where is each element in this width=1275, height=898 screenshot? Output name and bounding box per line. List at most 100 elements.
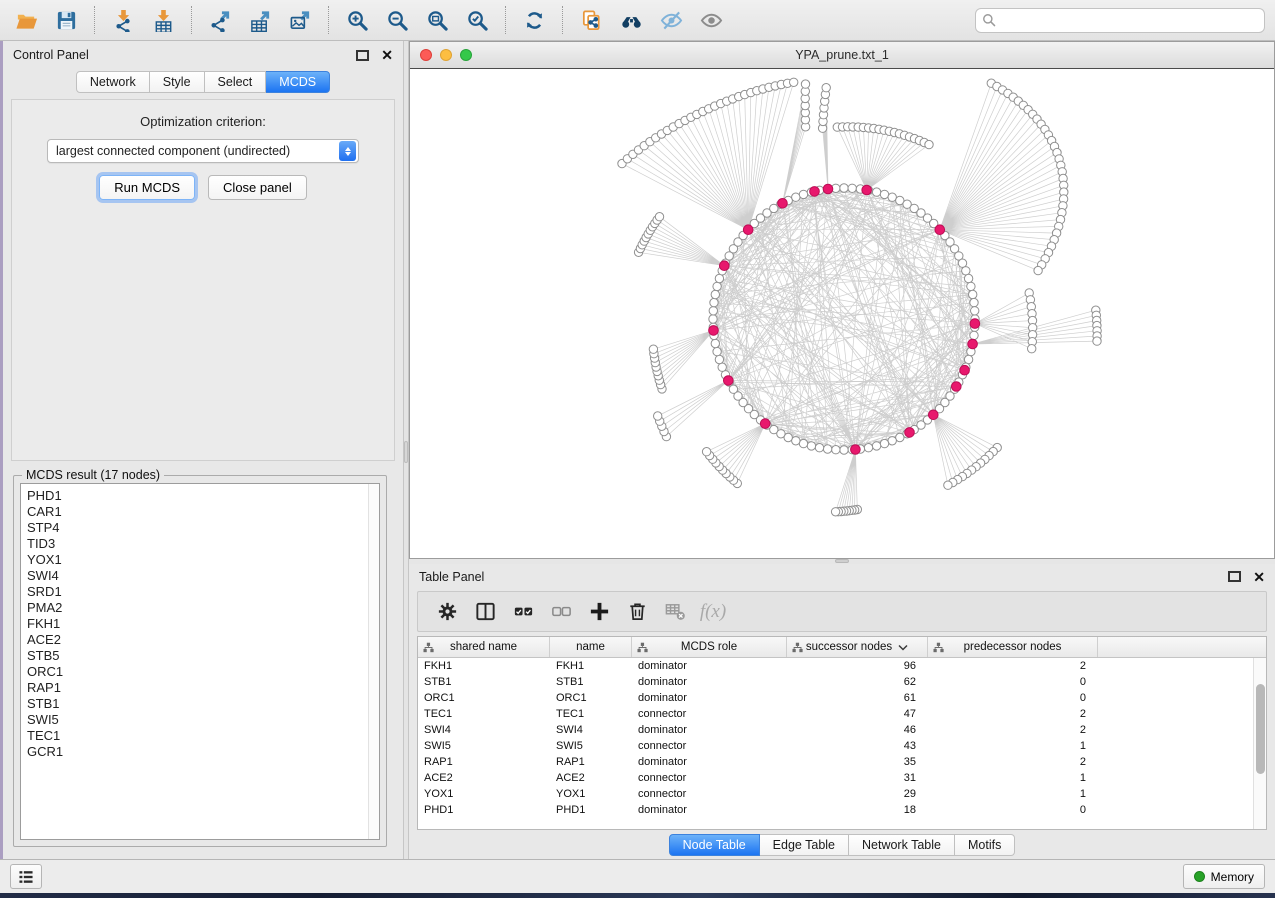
tab-style[interactable]: Style — [150, 71, 205, 93]
mcds-result-item[interactable]: YOX1 — [27, 552, 368, 568]
optimization-criterion-select[interactable]: largest connected component (undirected) — [47, 139, 359, 163]
tab-mcds[interactable]: MCDS — [266, 71, 330, 93]
table-cell: ORC1 — [550, 692, 632, 704]
column-header-predecessor-nodes[interactable]: predecessor nodes — [928, 637, 1098, 657]
hide-panels-button[interactable] — [653, 3, 689, 37]
float-table-panel-icon[interactable] — [1228, 571, 1241, 582]
column-header-successor-nodes[interactable]: successor nodes — [787, 637, 928, 657]
tab-select[interactable]: Select — [205, 71, 267, 93]
export-table-button[interactable] — [242, 3, 278, 37]
table-row[interactable]: PHD1PHD1dominator180 — [418, 802, 1253, 818]
run-mcds-button[interactable]: Run MCDS — [99, 175, 195, 200]
mcds-result-item[interactable]: GCR1 — [27, 744, 368, 760]
tab-edge-table[interactable]: Edge Table — [760, 834, 849, 856]
add-column-button[interactable] — [582, 596, 616, 628]
tab-network-table[interactable]: Network Table — [849, 834, 955, 856]
network-canvas[interactable] — [410, 69, 1274, 558]
table-cell: 43 — [787, 740, 928, 752]
search-input[interactable] — [975, 8, 1265, 33]
table-cell: 96 — [787, 660, 928, 672]
table-cell: 35 — [787, 756, 928, 768]
refresh-button[interactable] — [516, 3, 552, 37]
open-file-button[interactable] — [8, 3, 44, 37]
save-session-button[interactable] — [48, 3, 84, 37]
table-row[interactable]: SWI4SWI4dominator462 — [418, 722, 1253, 738]
zoom-out-button[interactable] — [379, 3, 415, 37]
table-row[interactable]: SWI5SWI5connector431 — [418, 738, 1253, 754]
mcds-result-item[interactable]: FKH1 — [27, 616, 368, 632]
table-row[interactable]: ACE2ACE2connector311 — [418, 770, 1253, 786]
table-row[interactable]: ORC1ORC1dominator610 — [418, 690, 1253, 706]
table-row[interactable]: YOX1YOX1connector291 — [418, 786, 1253, 802]
table-cell: connector — [632, 708, 787, 720]
mcds-result-item[interactable]: RAP1 — [27, 680, 368, 696]
memory-button[interactable]: Memory — [1183, 864, 1265, 889]
split-columns-button[interactable] — [468, 596, 502, 628]
float-panel-icon[interactable] — [356, 50, 369, 61]
zoom-selected-button[interactable] — [459, 3, 495, 37]
horizontal-splitter-grip[interactable] — [835, 559, 849, 563]
table-row[interactable]: RAP1RAP1dominator352 — [418, 754, 1253, 770]
save-session-icon — [55, 9, 78, 32]
mcds-result-item[interactable]: SWI4 — [27, 568, 368, 584]
table-cell: YOX1 — [550, 788, 632, 800]
horizontal-splitter[interactable] — [409, 559, 1275, 564]
select-all-columns-button[interactable] — [506, 596, 540, 628]
zoom-fit-button[interactable] — [419, 3, 455, 37]
vertical-splitter[interactable] — [403, 41, 409, 859]
table-cell: RAP1 — [550, 756, 632, 768]
mcds-result-group: MCDS result (17 nodes) PHD1CAR1STP4TID3Y… — [13, 475, 387, 847]
table-cell: 62 — [787, 676, 928, 688]
zoom-in-button[interactable] — [339, 3, 375, 37]
mcds-result-item[interactable]: ORC1 — [27, 664, 368, 680]
import-table-button[interactable] — [145, 3, 181, 37]
first-neighbors-button[interactable] — [613, 3, 649, 37]
mcds-list-scrollbar[interactable] — [368, 484, 379, 839]
export-image-button[interactable] — [282, 3, 318, 37]
tree-icon — [933, 642, 944, 653]
network-graph[interactable] — [410, 69, 1274, 557]
tab-motifs[interactable]: Motifs — [955, 834, 1015, 856]
export-network-button[interactable] — [202, 3, 238, 37]
table-row[interactable]: TEC1TEC1connector472 — [418, 706, 1253, 722]
mcds-result-item[interactable]: TID3 — [27, 536, 368, 552]
column-header-MCDS-role[interactable]: MCDS role — [632, 637, 787, 657]
table-scrollbar-thumb[interactable] — [1256, 684, 1265, 774]
table-row[interactable]: FKH1FKH1dominator962 — [418, 658, 1253, 674]
zoom-out-icon — [386, 9, 409, 32]
mcds-result-item[interactable]: STP4 — [27, 520, 368, 536]
mcds-result-item[interactable]: SWI5 — [27, 712, 368, 728]
mcds-result-list[interactable]: PHD1CAR1STP4TID3YOX1SWI4SRD1PMA2FKH1ACE2… — [20, 483, 380, 840]
tree-icon — [637, 642, 648, 653]
mcds-result-item[interactable]: STB5 — [27, 648, 368, 664]
table-cell: dominator — [632, 692, 787, 704]
clone-network-button[interactable] — [573, 3, 609, 37]
mcds-result-item[interactable]: CAR1 — [27, 504, 368, 520]
unselect-all-columns-button[interactable] — [544, 596, 578, 628]
mcds-result-item[interactable]: SRD1 — [27, 584, 368, 600]
zoom-in-icon — [346, 9, 369, 32]
delete-column-button[interactable] — [620, 596, 654, 628]
gear-button[interactable] — [430, 596, 464, 628]
import-network-button[interactable] — [105, 3, 141, 37]
column-header-shared-name[interactable]: shared name — [418, 637, 550, 657]
close-panel-button[interactable]: Close panel — [208, 175, 307, 200]
column-header-name[interactable]: name — [550, 637, 632, 657]
table-row[interactable]: STB1STB1dominator620 — [418, 674, 1253, 690]
table-scrollbar[interactable] — [1253, 658, 1266, 829]
search-box — [975, 8, 1265, 33]
show-panel-button[interactable] — [693, 3, 729, 37]
mcds-result-item[interactable]: PHD1 — [27, 488, 368, 504]
table-cell: 2 — [928, 724, 1098, 736]
mcds-result-item[interactable]: STB1 — [27, 696, 368, 712]
table-cell: SWI5 — [418, 740, 550, 752]
mcds-result-item[interactable]: PMA2 — [27, 600, 368, 616]
show-panels-menu-button[interactable] — [10, 864, 42, 889]
tab-node-table[interactable]: Node Table — [669, 834, 760, 856]
close-table-panel-icon[interactable]: ✕ — [1253, 570, 1265, 584]
tab-network[interactable]: Network — [76, 71, 150, 93]
mcds-result-item[interactable]: ACE2 — [27, 632, 368, 648]
mcds-result-item[interactable]: TEC1 — [27, 728, 368, 744]
close-panel-icon[interactable]: ✕ — [381, 48, 393, 62]
vertical-splitter-grip[interactable] — [404, 441, 408, 463]
